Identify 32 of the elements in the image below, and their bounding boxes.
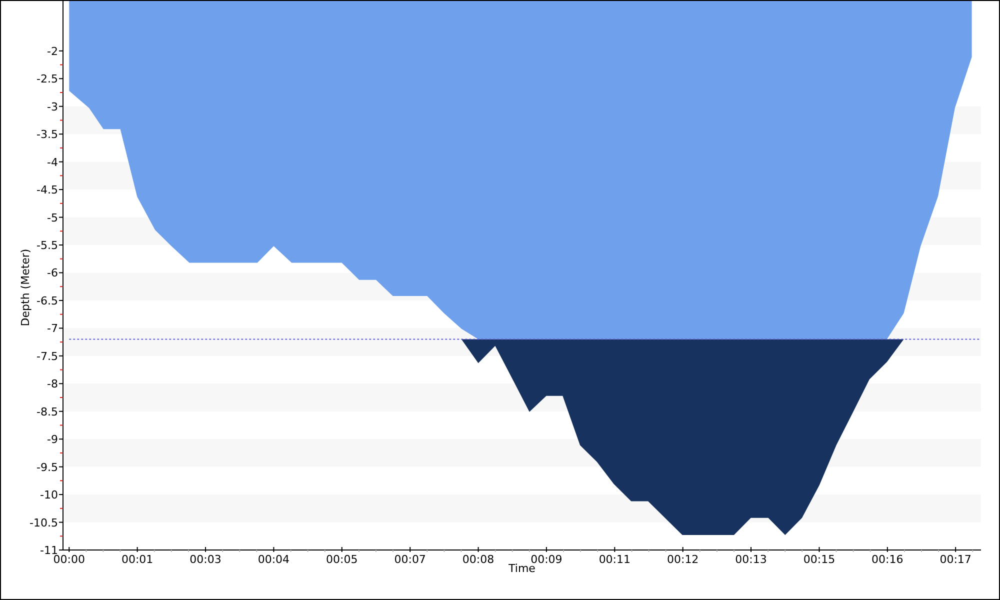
tick-label: -4: [47, 156, 58, 169]
tick-label: -8.5: [36, 405, 58, 418]
tick-label: -6.5: [36, 294, 58, 308]
tick-label: 00:16: [872, 553, 904, 566]
tick-label: 00:05: [326, 553, 358, 566]
tick-label: 00:17: [940, 553, 972, 566]
tick-label: 00:07: [394, 553, 426, 566]
tick-label: -8: [47, 378, 58, 391]
tick-label: -3.5: [36, 128, 58, 142]
tick-label: -5: [47, 211, 58, 224]
tick-label: -2: [47, 44, 58, 58]
tick-label: 00:00: [53, 553, 85, 566]
tick-label: -5.5: [36, 239, 58, 252]
tick-label: 00:03: [190, 553, 222, 566]
tick-label: -6: [47, 266, 58, 280]
tick-label: -7.5: [36, 350, 58, 363]
tick-label: -4.5: [36, 184, 58, 197]
tick-label: -3: [47, 100, 58, 114]
tick-label: -9.5: [36, 460, 58, 474]
tick-label: 00:01: [121, 553, 154, 566]
axis-title: Depth (Meter): [19, 248, 32, 326]
tick-label: -10: [40, 488, 58, 502]
tick-label: 00:11: [598, 553, 631, 566]
tick-label: -10.5: [30, 516, 58, 530]
tick-label: -7: [47, 322, 58, 336]
tick-label: 00:08: [462, 553, 494, 566]
tick-label: 00:12: [667, 553, 699, 566]
tick-label: 00:13: [735, 553, 767, 566]
tick-label: 00:04: [258, 553, 290, 566]
tick-label: -2.5: [36, 72, 58, 86]
tick-label: -9: [47, 433, 58, 446]
tick-label: 00:15: [803, 553, 836, 566]
